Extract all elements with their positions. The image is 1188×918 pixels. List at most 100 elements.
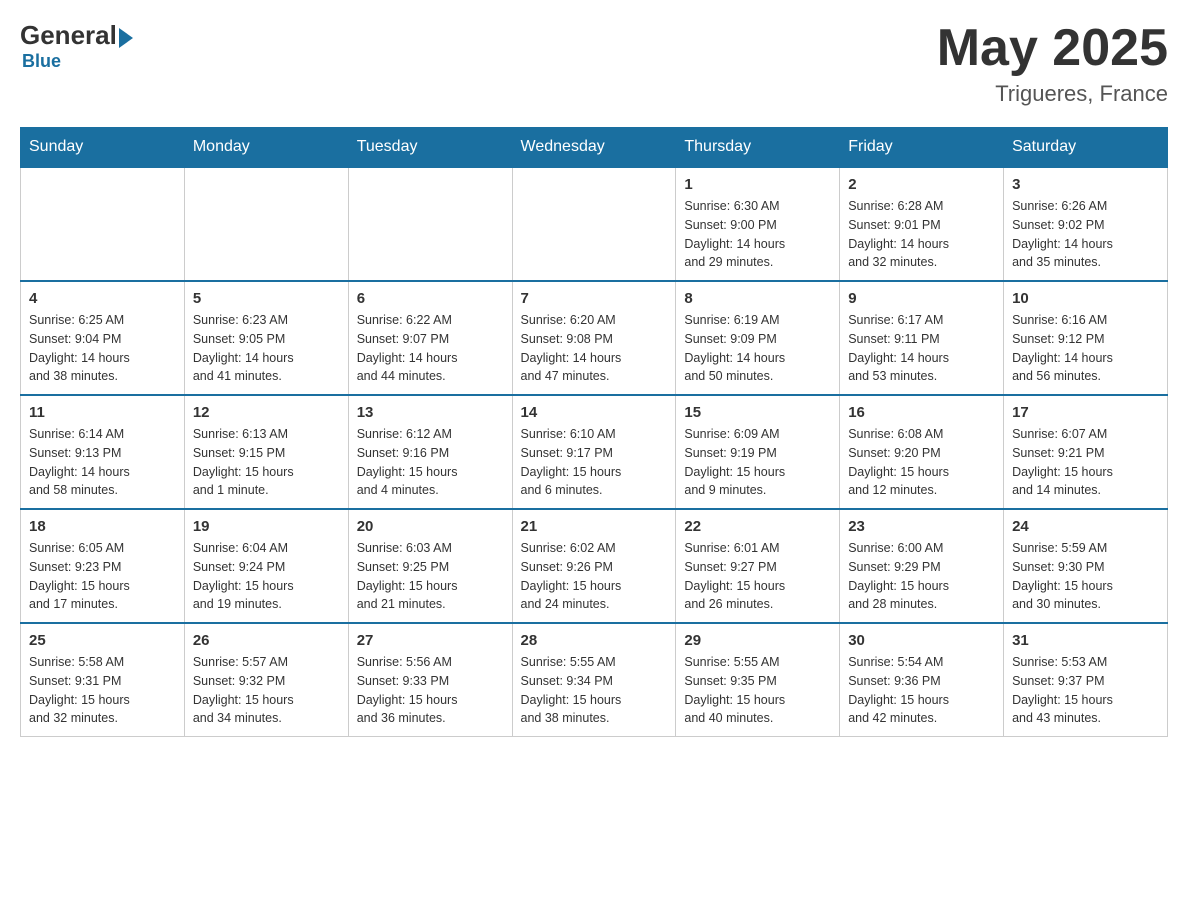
- day-header-wednesday: Wednesday: [512, 128, 676, 168]
- day-number: 14: [521, 404, 668, 421]
- day-number: 31: [1012, 632, 1159, 649]
- calendar-cell: 20 Sunrise: 6:03 AMSunset: 9:25 PMDayligh…: [348, 509, 512, 623]
- calendar-cell: 15Sunrise: 6:09 AMSunset: 9:19 PMDayligh…: [676, 395, 840, 509]
- calendar-cell: 16 Sunrise: 6:08 AMSunset: 9:20 PMDayligh…: [840, 395, 1004, 509]
- day-header-tuesday: Tuesday: [348, 128, 512, 168]
- day-info-text: Sunrise: 6:02 AMSunset: 9:26 PMDaylight:…: [521, 539, 668, 614]
- day-info-text: Sunrise: 6:17 AMSunset: 9:11 PMDaylight:…: [848, 311, 995, 386]
- calendar-cell: 19Sunrise: 6:04 AMSunset: 9:24 PMDayligh…: [184, 509, 348, 623]
- calendar-cell: 23 Sunrise: 6:00 AMSunset: 9:29 PMDayligh…: [840, 509, 1004, 623]
- day-number: 27: [357, 632, 504, 649]
- logo-arrow-icon: [119, 28, 133, 48]
- calendar-cell: 10Sunrise: 6:16 AMSunset: 9:12 PMDayligh…: [1004, 281, 1168, 395]
- calendar-cell: 6 Sunrise: 6:22 AMSunset: 9:07 PMDaylight…: [348, 281, 512, 395]
- day-header-friday: Friday: [840, 128, 1004, 168]
- calendar-cell: 3 Sunrise: 6:26 AMSunset: 9:02 PMDaylight…: [1004, 167, 1168, 281]
- day-info-text: Sunrise: 6:25 AMSunset: 9:04 PMDaylight:…: [29, 311, 176, 386]
- day-info-text: Sunrise: 5:54 AMSunset: 9:36 PMDaylight:…: [848, 653, 995, 728]
- day-info-text: Sunrise: 6:12 AMSunset: 9:16 PMDaylight:…: [357, 425, 504, 500]
- day-info-text: Sunrise: 6:23 AMSunset: 9:05 PMDaylight:…: [193, 311, 340, 386]
- day-info-text: Sunrise: 6:14 AMSunset: 9:13 PMDaylight:…: [29, 425, 176, 500]
- day-info-text: Sunrise: 6:22 AMSunset: 9:07 PMDaylight:…: [357, 311, 504, 386]
- day-number: 4: [29, 290, 176, 307]
- calendar-week-4: 18 Sunrise: 6:05 AMSunset: 9:23 PMDayligh…: [21, 509, 1168, 623]
- logo: General Blue: [20, 20, 133, 72]
- day-number: 3: [1012, 176, 1159, 193]
- day-info-text: Sunrise: 5:59 AMSunset: 9:30 PMDaylight:…: [1012, 539, 1159, 614]
- day-info-text: Sunrise: 6:08 AMSunset: 9:20 PMDaylight:…: [848, 425, 995, 500]
- calendar-cell: [184, 167, 348, 281]
- day-info-text: Sunrise: 6:05 AMSunset: 9:23 PMDaylight:…: [29, 539, 176, 614]
- day-number: 7: [521, 290, 668, 307]
- day-info-text: Sunrise: 5:55 AMSunset: 9:34 PMDaylight:…: [521, 653, 668, 728]
- calendar-cell: 27 Sunrise: 5:56 AMSunset: 9:33 PMDayligh…: [348, 623, 512, 737]
- logo-blue-text: Blue: [22, 51, 61, 72]
- day-number: 29: [684, 632, 831, 649]
- location-text: Trigueres, France: [937, 81, 1168, 107]
- calendar-week-1: 1 Sunrise: 6:30 AMSunset: 9:00 PMDaylight…: [21, 167, 1168, 281]
- day-header-monday: Monday: [184, 128, 348, 168]
- day-info-text: Sunrise: 6:26 AMSunset: 9:02 PMDaylight:…: [1012, 197, 1159, 272]
- day-number: 25: [29, 632, 176, 649]
- day-number: 6: [357, 290, 504, 307]
- day-number: 28: [521, 632, 668, 649]
- calendar-cell: 29Sunrise: 5:55 AMSunset: 9:35 PMDayligh…: [676, 623, 840, 737]
- day-number: 15: [684, 404, 831, 421]
- calendar-cell: 22 Sunrise: 6:01 AMSunset: 9:27 PMDayligh…: [676, 509, 840, 623]
- calendar-cell: 11 Sunrise: 6:14 AMSunset: 9:13 PMDayligh…: [21, 395, 185, 509]
- day-info-text: Sunrise: 6:30 AMSunset: 9:00 PMDaylight:…: [684, 197, 831, 272]
- calendar-cell: 13Sunrise: 6:12 AMSunset: 9:16 PMDayligh…: [348, 395, 512, 509]
- day-info-text: Sunrise: 6:20 AMSunset: 9:08 PMDaylight:…: [521, 311, 668, 386]
- day-number: 20: [357, 518, 504, 535]
- day-info-text: Sunrise: 5:56 AMSunset: 9:33 PMDaylight:…: [357, 653, 504, 728]
- calendar-cell: 30 Sunrise: 5:54 AMSunset: 9:36 PMDayligh…: [840, 623, 1004, 737]
- calendar-cell: 1 Sunrise: 6:30 AMSunset: 9:00 PMDaylight…: [676, 167, 840, 281]
- calendar-cell: 8 Sunrise: 6:19 AMSunset: 9:09 PMDaylight…: [676, 281, 840, 395]
- calendar-cell: 31 Sunrise: 5:53 AMSunset: 9:37 PMDayligh…: [1004, 623, 1168, 737]
- calendar-cell: [348, 167, 512, 281]
- calendar-header-row: SundayMondayTuesdayWednesdayThursdayFrid…: [21, 128, 1168, 168]
- calendar-week-2: 4 Sunrise: 6:25 AMSunset: 9:04 PMDaylight…: [21, 281, 1168, 395]
- day-number: 16: [848, 404, 995, 421]
- calendar-cell: 4 Sunrise: 6:25 AMSunset: 9:04 PMDaylight…: [21, 281, 185, 395]
- day-number: 21: [521, 518, 668, 535]
- day-number: 2: [848, 176, 995, 193]
- calendar-cell: 18 Sunrise: 6:05 AMSunset: 9:23 PMDayligh…: [21, 509, 185, 623]
- day-info-text: Sunrise: 5:58 AMSunset: 9:31 PMDaylight:…: [29, 653, 176, 728]
- day-header-thursday: Thursday: [676, 128, 840, 168]
- day-number: 9: [848, 290, 995, 307]
- day-number: 5: [193, 290, 340, 307]
- title-block: May 2025 Trigueres, France: [937, 20, 1168, 107]
- day-number: 19: [193, 518, 340, 535]
- day-info-text: Sunrise: 6:03 AMSunset: 9:25 PMDaylight:…: [357, 539, 504, 614]
- day-number: 26: [193, 632, 340, 649]
- calendar-cell: 5 Sunrise: 6:23 AMSunset: 9:05 PMDaylight…: [184, 281, 348, 395]
- day-number: 22: [684, 518, 831, 535]
- day-info-text: Sunrise: 6:01 AMSunset: 9:27 PMDaylight:…: [684, 539, 831, 614]
- day-number: 11: [29, 404, 176, 421]
- day-header-saturday: Saturday: [1004, 128, 1168, 168]
- calendar-cell: 14 Sunrise: 6:10 AMSunset: 9:17 PMDayligh…: [512, 395, 676, 509]
- calendar-cell: 7 Sunrise: 6:20 AMSunset: 9:08 PMDaylight…: [512, 281, 676, 395]
- calendar-cell: [21, 167, 185, 281]
- day-info-text: Sunrise: 6:16 AMSunset: 9:12 PMDaylight:…: [1012, 311, 1159, 386]
- day-number: 1: [684, 176, 831, 193]
- day-number: 23: [848, 518, 995, 535]
- calendar-cell: 2 Sunrise: 6:28 AMSunset: 9:01 PMDaylight…: [840, 167, 1004, 281]
- day-number: 8: [684, 290, 831, 307]
- day-info-text: Sunrise: 6:10 AMSunset: 9:17 PMDaylight:…: [521, 425, 668, 500]
- calendar-cell: 25 Sunrise: 5:58 AMSunset: 9:31 PMDayligh…: [21, 623, 185, 737]
- logo-general-text: General: [20, 20, 117, 51]
- day-info-text: Sunrise: 6:00 AMSunset: 9:29 PMDaylight:…: [848, 539, 995, 614]
- day-header-sunday: Sunday: [21, 128, 185, 168]
- day-info-text: Sunrise: 5:53 AMSunset: 9:37 PMDaylight:…: [1012, 653, 1159, 728]
- calendar-cell: 26Sunrise: 5:57 AMSunset: 9:32 PMDayligh…: [184, 623, 348, 737]
- day-number: 18: [29, 518, 176, 535]
- calendar-cell: 9 Sunrise: 6:17 AMSunset: 9:11 PMDaylight…: [840, 281, 1004, 395]
- month-title: May 2025: [937, 20, 1168, 77]
- day-number: 24: [1012, 518, 1159, 535]
- calendar-cell: 17Sunrise: 6:07 AMSunset: 9:21 PMDayligh…: [1004, 395, 1168, 509]
- day-info-text: Sunrise: 6:19 AMSunset: 9:09 PMDaylight:…: [684, 311, 831, 386]
- day-info-text: Sunrise: 6:28 AMSunset: 9:01 PMDaylight:…: [848, 197, 995, 272]
- day-number: 30: [848, 632, 995, 649]
